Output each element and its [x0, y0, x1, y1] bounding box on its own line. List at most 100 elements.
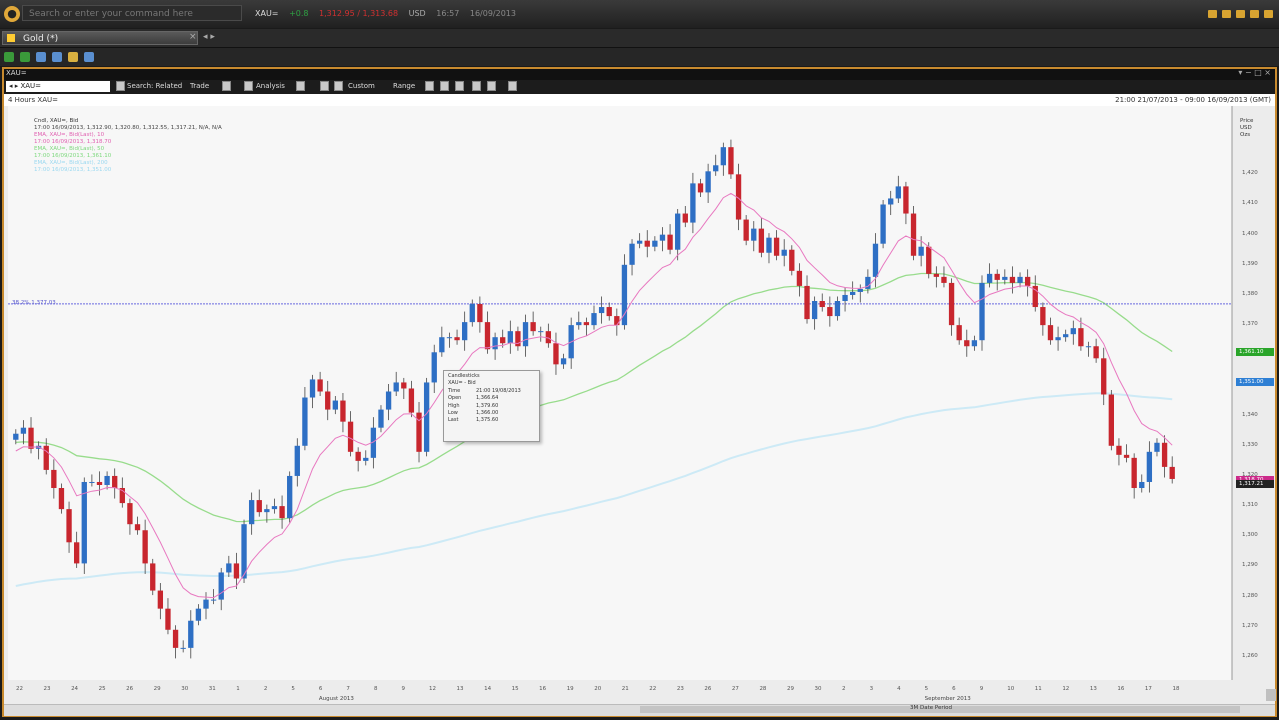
home-icon[interactable]	[1236, 10, 1245, 18]
zoom-handle[interactable]	[1266, 689, 1276, 701]
analysis-menu[interactable]: Analysis	[256, 82, 285, 90]
tab-gold[interactable]: Gold (*)	[2, 31, 198, 45]
folder-icon[interactable]	[1222, 10, 1231, 18]
y-tick-label: 1,370	[1242, 321, 1258, 328]
custom-menu[interactable]: Custom	[348, 82, 375, 90]
legend-line: 17:00 16/09/2013, 1,312.90, 1,320.80, 1,…	[34, 125, 222, 131]
x-tick-label: 14	[484, 686, 492, 692]
trade-menu[interactable]: Trade	[190, 82, 209, 90]
legend-line: 17:00 16/09/2013, 1,318.70	[34, 139, 112, 145]
line-tool-icon[interactable]	[296, 81, 305, 91]
candle-body	[948, 282, 955, 326]
x-tick-label: 5	[291, 686, 295, 692]
candle-body	[1146, 451, 1153, 482]
candle-body	[454, 337, 460, 341]
x-tick-label: 18	[1172, 686, 1180, 692]
price-chart[interactable]	[8, 106, 1275, 704]
candle-body	[819, 301, 825, 308]
export-icon[interactable]	[508, 81, 517, 91]
candle-body	[302, 397, 308, 446]
candle-body	[827, 307, 833, 317]
tab-scroll-arrows[interactable]: ◂ ▸	[203, 32, 215, 42]
candle-body	[74, 542, 80, 564]
refresh-icon[interactable]	[487, 81, 496, 91]
x-tick-label: 3	[869, 686, 874, 692]
tab-close-icon[interactable]: ×	[189, 32, 197, 42]
candle-body	[43, 445, 49, 470]
candle-body	[713, 165, 719, 172]
forward-icon[interactable]	[20, 52, 30, 62]
x-tick-label: 20	[594, 686, 602, 692]
candle-body	[317, 379, 323, 392]
candle-body	[781, 249, 787, 256]
candle-body	[636, 240, 643, 244]
quote-date: 16/09/2013	[469, 9, 516, 18]
app-logo-icon[interactable]: ●	[4, 6, 20, 22]
quote-ric[interactable]: XAU=	[255, 9, 279, 18]
candle-body	[971, 340, 978, 347]
range-menu[interactable]: Range	[393, 82, 415, 90]
search-icon[interactable]	[116, 81, 125, 91]
candle-body	[469, 304, 475, 323]
candle-body	[142, 530, 148, 564]
candle-body	[439, 337, 445, 353]
x-tick-label: 17	[1144, 686, 1152, 692]
command-search-input[interactable]: Search or enter your command here	[22, 5, 242, 21]
x-tick-label: 30	[181, 686, 189, 692]
window-controls[interactable]: ▾ − □ ×	[1238, 68, 1271, 77]
candle-body	[150, 563, 156, 591]
x-tick-label: 2	[842, 686, 846, 692]
candle-body	[484, 322, 491, 350]
candle-body	[652, 240, 658, 247]
candle-body	[89, 481, 95, 483]
candle-body	[210, 599, 217, 601]
user-icon[interactable]	[1250, 10, 1259, 18]
x-tick-label: 2	[263, 686, 268, 692]
candle-icon[interactable]	[440, 81, 449, 91]
pointer-icon[interactable]	[320, 81, 329, 91]
x-tick-label: 29	[786, 686, 794, 692]
candle-body	[728, 147, 734, 175]
candle-body	[287, 475, 293, 519]
candle-body	[941, 276, 947, 283]
candle-body	[188, 620, 194, 648]
candle-body	[1009, 276, 1016, 283]
mail-icon[interactable]	[1208, 10, 1217, 18]
ric-input[interactable]: ◂ ▸ XAU=	[6, 81, 110, 92]
candle-body	[1055, 337, 1061, 341]
candle-body	[66, 509, 72, 543]
bar-icon[interactable]	[455, 81, 464, 91]
x-tick-label: 5	[924, 686, 929, 692]
lock-icon[interactable]	[68, 52, 78, 62]
search-related-menu[interactable]: Search: Related	[127, 82, 182, 90]
print-icon[interactable]	[52, 52, 62, 62]
chart-window-title: XAU=	[6, 69, 27, 77]
analysis-icon[interactable]	[244, 81, 253, 91]
candle-body	[705, 171, 711, 193]
x-tick-label: 13	[1089, 686, 1097, 692]
quote-ticker: XAU= +0.8 1,312.95 / 1,313.68 USD 16:57 …	[255, 9, 524, 18]
x-tick-label: 26	[126, 686, 134, 692]
x-tick-label: 8	[373, 686, 378, 692]
grid-icon[interactable]	[222, 81, 231, 91]
x-tick-label: 7	[346, 686, 350, 692]
legend-line: EMA, XAU=, Bid(Last), 50	[34, 146, 105, 152]
candle-body	[538, 331, 544, 333]
zoom-icon[interactable]	[472, 81, 481, 91]
y-tick-label: 1,400	[1242, 230, 1258, 237]
chart-type-icon[interactable]	[425, 81, 434, 91]
candle-body	[325, 391, 331, 410]
link-icon[interactable]	[84, 52, 94, 62]
candle-body	[796, 270, 803, 286]
x-tick-label: 10	[1007, 686, 1015, 692]
candle-body	[994, 273, 1000, 280]
save-icon[interactable]	[36, 52, 46, 62]
tooltip-value: 1,379.60	[476, 402, 499, 409]
candle-body	[811, 301, 818, 320]
back-icon[interactable]	[4, 52, 14, 62]
candle-body	[1040, 307, 1046, 326]
settings-icon[interactable]	[1264, 10, 1273, 18]
x-tick-label: 6	[318, 686, 323, 692]
pen-icon[interactable]	[334, 81, 343, 91]
candle-body	[13, 433, 19, 440]
